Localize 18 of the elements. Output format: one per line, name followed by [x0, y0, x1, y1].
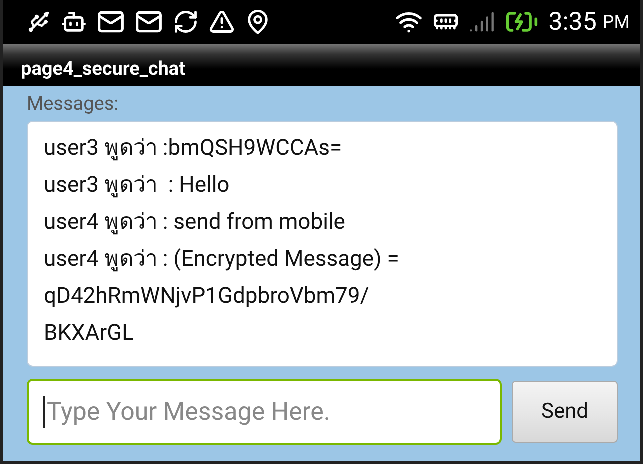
usb-icon — [27, 10, 51, 34]
message-line: qD42hRmWNjvP1GdpbroVbm79/ — [44, 283, 370, 311]
robot-icon — [61, 9, 87, 35]
warning-icon — [209, 9, 235, 35]
clock-meridiem: PM — [602, 12, 630, 32]
clock-time: 3:35 — [548, 8, 597, 36]
location-pin-icon — [245, 9, 271, 35]
message-input-field[interactable]: Type Your Message Here. — [27, 379, 502, 445]
message-line: user4 พูดว่า : (Encrypted Message) = — [44, 246, 400, 274]
app-title: page4_secure_chat — [21, 57, 186, 80]
message-line: user4 พูดว่า : send from mobile — [44, 209, 346, 237]
sync-icon — [173, 9, 199, 35]
messages-label: Messages: — [27, 92, 119, 115]
message-line: user3 พูดว่า :bmQSH9WCCAs= — [44, 135, 342, 163]
message-line: user3 พูดว่า : Hello — [44, 172, 230, 200]
text-cursor-icon — [43, 396, 45, 428]
send-button[interactable]: Send — [512, 381, 618, 443]
message-line: BKXArGL — [44, 320, 134, 348]
